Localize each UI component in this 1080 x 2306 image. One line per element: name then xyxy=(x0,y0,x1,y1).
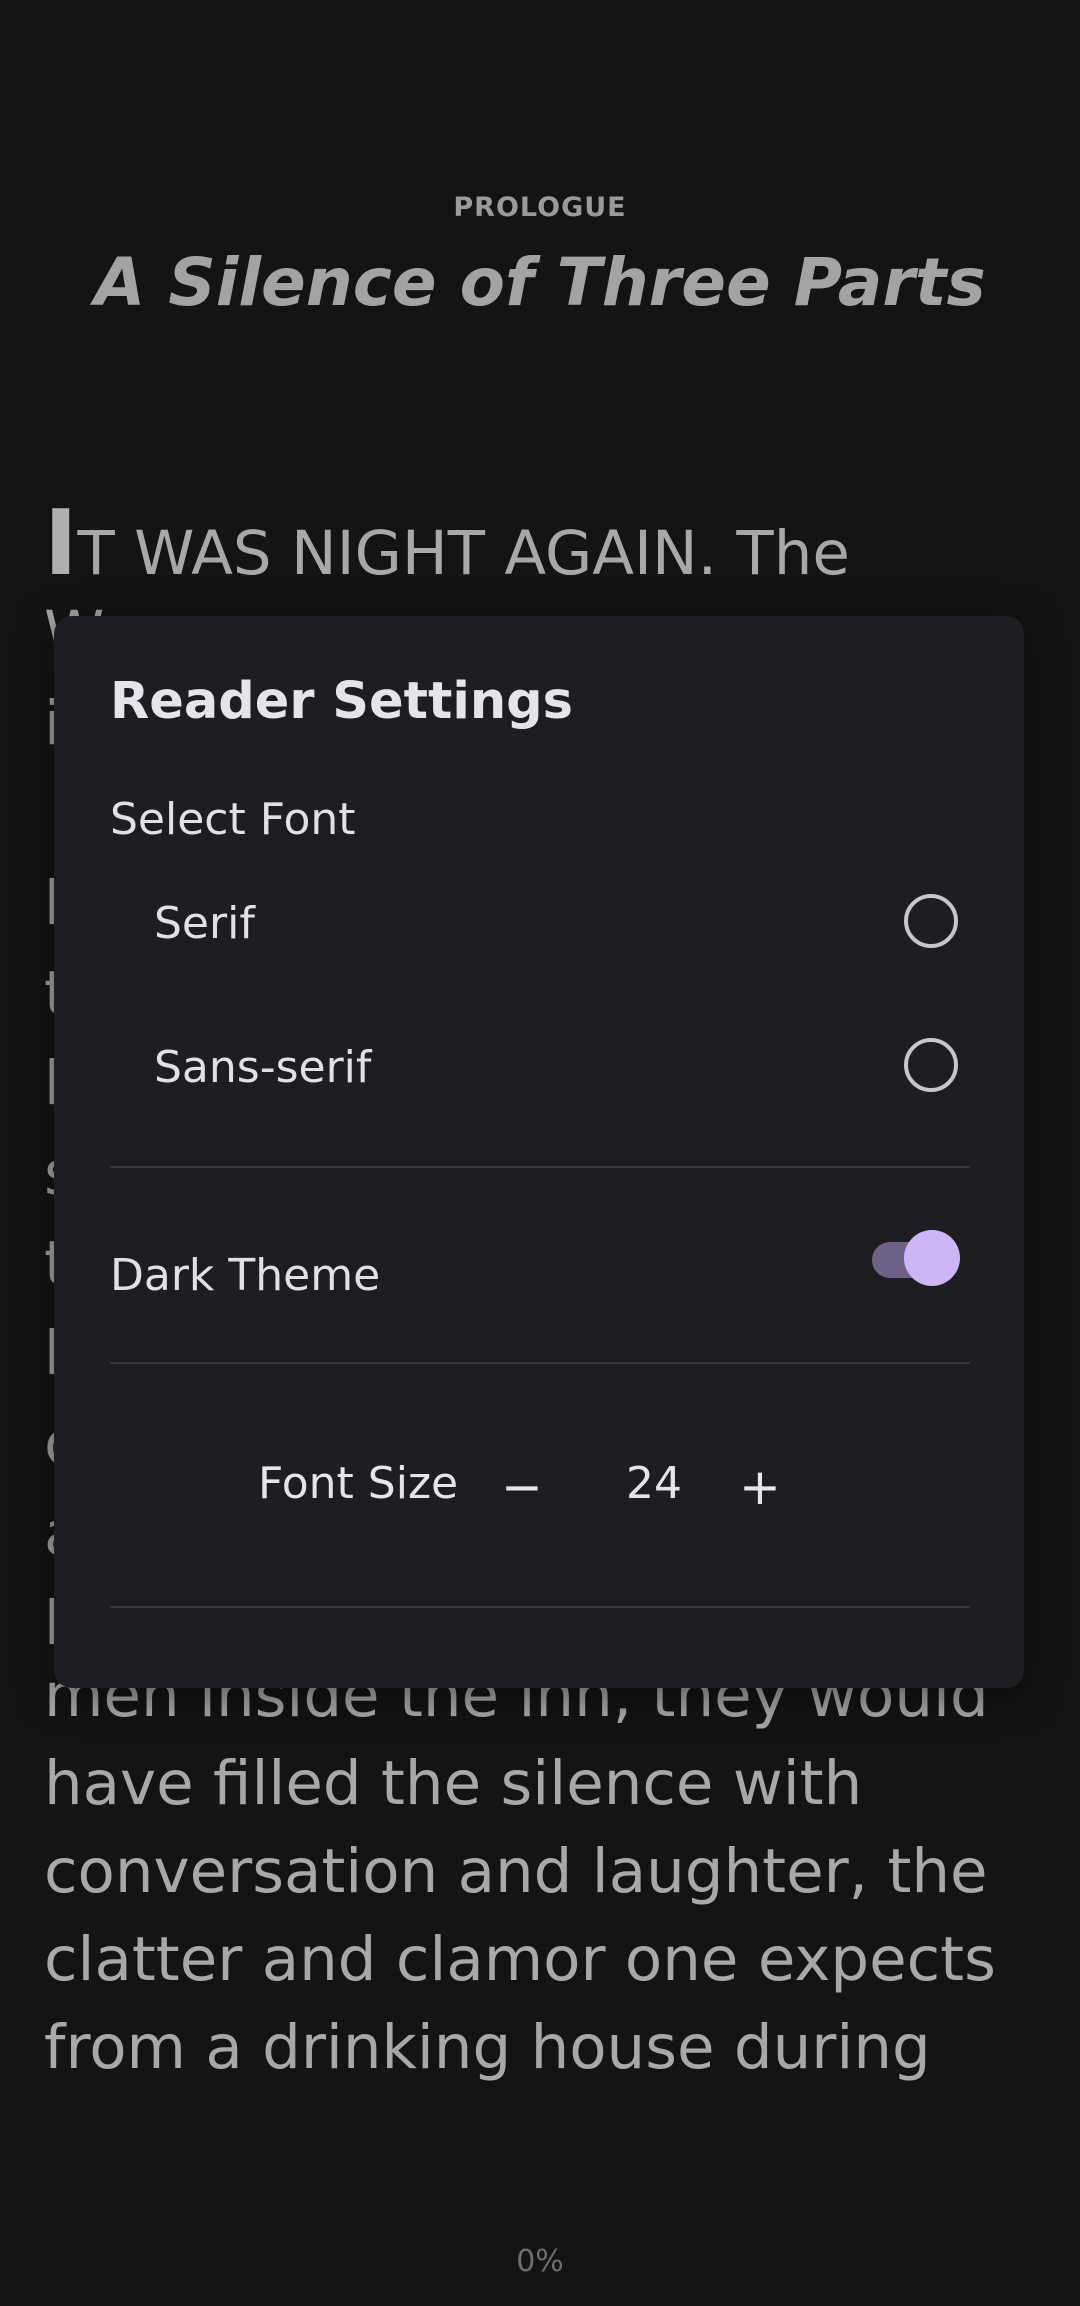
toggle-thumb xyxy=(904,1230,960,1286)
decrease-font-size-button[interactable]: − xyxy=(490,1452,554,1522)
dark-theme-label: Dark Theme xyxy=(110,1250,381,1301)
body-first-line: IT WAS NIGHT AGAIN. The xyxy=(44,499,850,598)
font-size-value: 24 xyxy=(626,1458,682,1509)
divider xyxy=(110,1166,970,1168)
font-option-label: Serif xyxy=(154,898,255,949)
font-size-row: Font Size − 24 + xyxy=(54,1452,1024,1532)
divider xyxy=(110,1362,970,1364)
dialog-title: Reader Settings xyxy=(110,672,574,731)
radio-unchecked-icon[interactable] xyxy=(904,1038,958,1092)
reader-settings-dialog: Reader Settings Select Font Serif Sans-s… xyxy=(54,616,1024,1688)
reading-progress: 0% xyxy=(516,2244,564,2279)
body-line: conversation and laughter, the xyxy=(44,1836,988,1907)
select-font-label: Select Font xyxy=(110,794,356,845)
radio-unchecked-icon[interactable] xyxy=(904,894,958,948)
body-line: clatter and clamor one expects xyxy=(44,1924,996,1995)
divider xyxy=(110,1606,970,1608)
chapter-title: A Silence of Three Parts xyxy=(94,244,986,321)
body-line: from a drinking house during xyxy=(44,2012,931,2083)
drop-cap: I xyxy=(44,491,78,596)
font-option-sans-serif[interactable]: Sans-serif xyxy=(110,1012,970,1122)
font-size-label: Font Size xyxy=(258,1458,459,1509)
font-option-serif[interactable]: Serif xyxy=(110,868,970,978)
first-line-text: T WAS NIGHT AGAIN. The xyxy=(77,518,850,589)
font-option-label: Sans-serif xyxy=(154,1042,372,1093)
body-line: have filled the silence with xyxy=(44,1748,863,1819)
increase-font-size-button[interactable]: + xyxy=(728,1452,792,1522)
chapter-label: PROLOGUE xyxy=(453,192,627,223)
dark-theme-toggle[interactable] xyxy=(872,1228,960,1288)
